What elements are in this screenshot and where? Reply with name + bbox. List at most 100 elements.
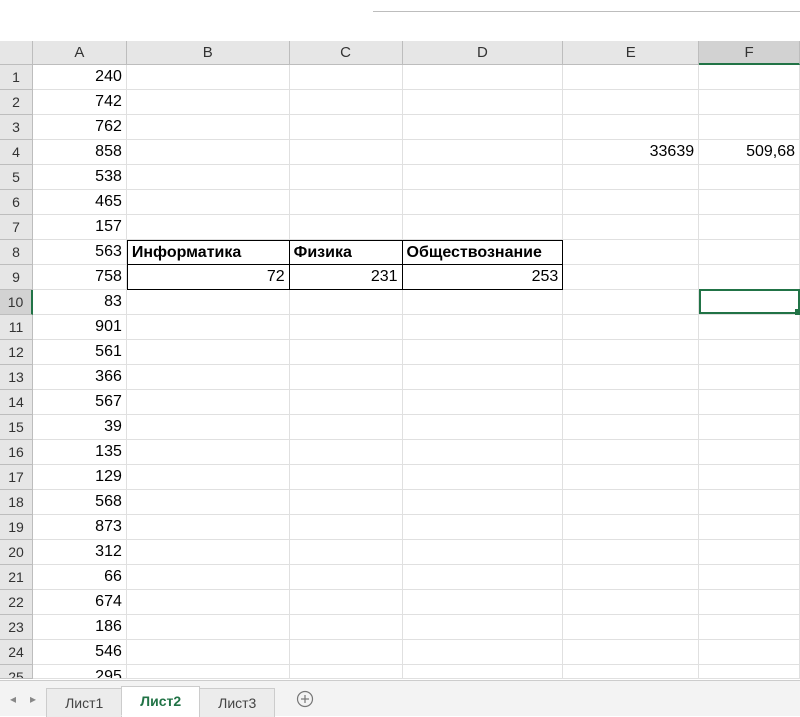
cell-D21[interactable] bbox=[403, 565, 564, 590]
cell-B12[interactable] bbox=[127, 340, 290, 365]
cell-A1[interactable]: 240 bbox=[33, 65, 127, 90]
cell-E25[interactable] bbox=[563, 665, 699, 679]
row-23[interactable]: 23 bbox=[0, 615, 33, 640]
cell-B17[interactable] bbox=[127, 465, 290, 490]
cell-C14[interactable] bbox=[290, 390, 403, 415]
cell-D7[interactable] bbox=[403, 215, 564, 240]
cell-B25[interactable] bbox=[127, 665, 290, 679]
cell-E17[interactable] bbox=[563, 465, 699, 490]
row-12[interactable]: 12 bbox=[0, 340, 33, 365]
cell-D3[interactable] bbox=[403, 115, 564, 140]
cell-C20[interactable] bbox=[290, 540, 403, 565]
cell-B4[interactable] bbox=[127, 140, 290, 165]
cell-B11[interactable] bbox=[127, 315, 290, 340]
cell-F2[interactable] bbox=[699, 90, 800, 115]
cell-C13[interactable] bbox=[290, 365, 403, 390]
cell-D1[interactable] bbox=[403, 65, 564, 90]
cell-F4[interactable]: 509,68 bbox=[699, 140, 800, 165]
cell-B10[interactable] bbox=[127, 290, 290, 315]
cell-C22[interactable] bbox=[290, 590, 403, 615]
cell-D14[interactable] bbox=[403, 390, 564, 415]
tab-nav-last-icon[interactable]: ▸ bbox=[30, 692, 36, 706]
cell-E4[interactable]: 33639 bbox=[563, 140, 699, 165]
cell-E1[interactable] bbox=[563, 65, 699, 90]
cell-B20[interactable] bbox=[127, 540, 290, 565]
row-19[interactable]: 19 bbox=[0, 515, 33, 540]
cell-D9[interactable]: 253 bbox=[403, 265, 564, 290]
cell-A23[interactable]: 186 bbox=[33, 615, 127, 640]
cell-E5[interactable] bbox=[563, 165, 699, 190]
row-13[interactable]: 13 bbox=[0, 365, 33, 390]
cell-A15[interactable]: 39 bbox=[33, 415, 127, 440]
cell-D20[interactable] bbox=[403, 540, 564, 565]
cell-A13[interactable]: 366 bbox=[33, 365, 127, 390]
tab-sheet2[interactable]: Лист2 bbox=[121, 686, 200, 716]
cell-D5[interactable] bbox=[403, 165, 564, 190]
cell-B1[interactable] bbox=[127, 65, 290, 90]
row-7[interactable]: 7 bbox=[0, 215, 33, 240]
row-24[interactable]: 24 bbox=[0, 640, 33, 665]
col-A[interactable]: A bbox=[33, 41, 127, 65]
cell-F3[interactable] bbox=[699, 115, 800, 140]
cell-E19[interactable] bbox=[563, 515, 699, 540]
cell-C23[interactable] bbox=[290, 615, 403, 640]
cell-C9[interactable]: 231 bbox=[290, 265, 403, 290]
row-22[interactable]: 22 bbox=[0, 590, 33, 615]
cell-B24[interactable] bbox=[127, 640, 290, 665]
cell-F9[interactable] bbox=[699, 265, 800, 290]
cell-E23[interactable] bbox=[563, 615, 699, 640]
row-4[interactable]: 4 bbox=[0, 140, 33, 165]
cell-F5[interactable] bbox=[699, 165, 800, 190]
cell-D12[interactable] bbox=[403, 340, 564, 365]
row-21[interactable]: 21 bbox=[0, 565, 33, 590]
cell-C21[interactable] bbox=[290, 565, 403, 590]
cell-D10[interactable] bbox=[403, 290, 564, 315]
cell-B16[interactable] bbox=[127, 440, 290, 465]
cell-F6[interactable] bbox=[699, 190, 800, 215]
cell-A24[interactable]: 546 bbox=[33, 640, 127, 665]
cell-A2[interactable]: 742 bbox=[33, 90, 127, 115]
cell-D24[interactable] bbox=[403, 640, 564, 665]
cell-C4[interactable] bbox=[290, 140, 403, 165]
cell-E8[interactable] bbox=[563, 240, 699, 265]
cell-B14[interactable] bbox=[127, 390, 290, 415]
cell-A12[interactable]: 561 bbox=[33, 340, 127, 365]
row-14[interactable]: 14 bbox=[0, 390, 33, 415]
cell-D2[interactable] bbox=[403, 90, 564, 115]
row-20[interactable]: 20 bbox=[0, 540, 33, 565]
cell-D23[interactable] bbox=[403, 615, 564, 640]
cell-A10[interactable]: 83 bbox=[33, 290, 127, 315]
row-18[interactable]: 18 bbox=[0, 490, 33, 515]
cell-E14[interactable] bbox=[563, 390, 699, 415]
add-sheet-button[interactable] bbox=[274, 681, 336, 716]
cell-E22[interactable] bbox=[563, 590, 699, 615]
cell-F18[interactable] bbox=[699, 490, 800, 515]
cell-C15[interactable] bbox=[290, 415, 403, 440]
cell-D16[interactable] bbox=[403, 440, 564, 465]
cell-D15[interactable] bbox=[403, 415, 564, 440]
row-16[interactable]: 16 bbox=[0, 440, 33, 465]
cell-E18[interactable] bbox=[563, 490, 699, 515]
cell-C8[interactable]: Физика bbox=[290, 240, 403, 265]
cell-F20[interactable] bbox=[699, 540, 800, 565]
cell-E20[interactable] bbox=[563, 540, 699, 565]
row-10[interactable]: 10 bbox=[0, 290, 33, 315]
cell-D22[interactable] bbox=[403, 590, 564, 615]
cell-E10[interactable] bbox=[563, 290, 699, 315]
cell-E2[interactable] bbox=[563, 90, 699, 115]
cell-C6[interactable] bbox=[290, 190, 403, 215]
cell-E12[interactable] bbox=[563, 340, 699, 365]
cell-C5[interactable] bbox=[290, 165, 403, 190]
cell-F22[interactable] bbox=[699, 590, 800, 615]
cell-C16[interactable] bbox=[290, 440, 403, 465]
cell-E24[interactable] bbox=[563, 640, 699, 665]
cell-A9[interactable]: 758 bbox=[33, 265, 127, 290]
row-5[interactable]: 5 bbox=[0, 165, 33, 190]
cell-F10[interactable] bbox=[699, 290, 800, 315]
row-11[interactable]: 11 bbox=[0, 315, 33, 340]
cell-F8[interactable] bbox=[699, 240, 800, 265]
cell-B15[interactable] bbox=[127, 415, 290, 440]
cell-C12[interactable] bbox=[290, 340, 403, 365]
cell-C10[interactable] bbox=[290, 290, 403, 315]
cell-F16[interactable] bbox=[699, 440, 800, 465]
